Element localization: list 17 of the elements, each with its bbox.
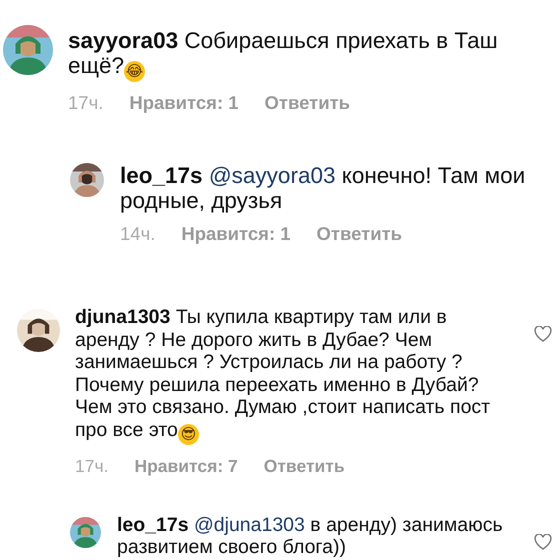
mention-link[interactable]: @sayyora03 <box>208 163 336 188</box>
comment-text: leo_17s @sayyora03 конечно! Там мои родные, друзья <box>120 163 526 213</box>
comment-time: 17ч. <box>68 93 104 113</box>
heart-icon[interactable] <box>534 326 552 342</box>
comment-time: 17ч. <box>75 456 108 476</box>
emoji: 😂 <box>124 61 146 82</box>
username-link[interactable]: djuna1303 <box>75 306 170 328</box>
comment-time: 14ч. <box>120 224 156 244</box>
comment-text: leo_17s @djuna1303 в аренду) занимаюсь развитием своего блога)) <box>117 514 504 558</box>
username-link[interactable]: leo_17s <box>117 514 189 536</box>
comment-text: sayyora03 Собираешься приехать в Таш ещё?😂 <box>68 28 499 82</box>
mention-link[interactable]: @djuna1303 <box>194 514 305 536</box>
heart-icon[interactable] <box>534 534 552 550</box>
comment-text: djuna1303 Ты купила квартиру там или в аренду ? Не дорого жить в Дубае? Чем занимаешься ? Устроилась ли на работу ? Почему решила переехать именно в Дубай? Чем это связано. Думаю ,стоит написать пост про все это😎 <box>75 306 492 444</box>
username-link[interactable]: leo_17s <box>120 163 203 188</box>
emoji: 😎 <box>178 424 199 444</box>
username-link[interactable]: sayyora03 <box>68 28 178 53</box>
